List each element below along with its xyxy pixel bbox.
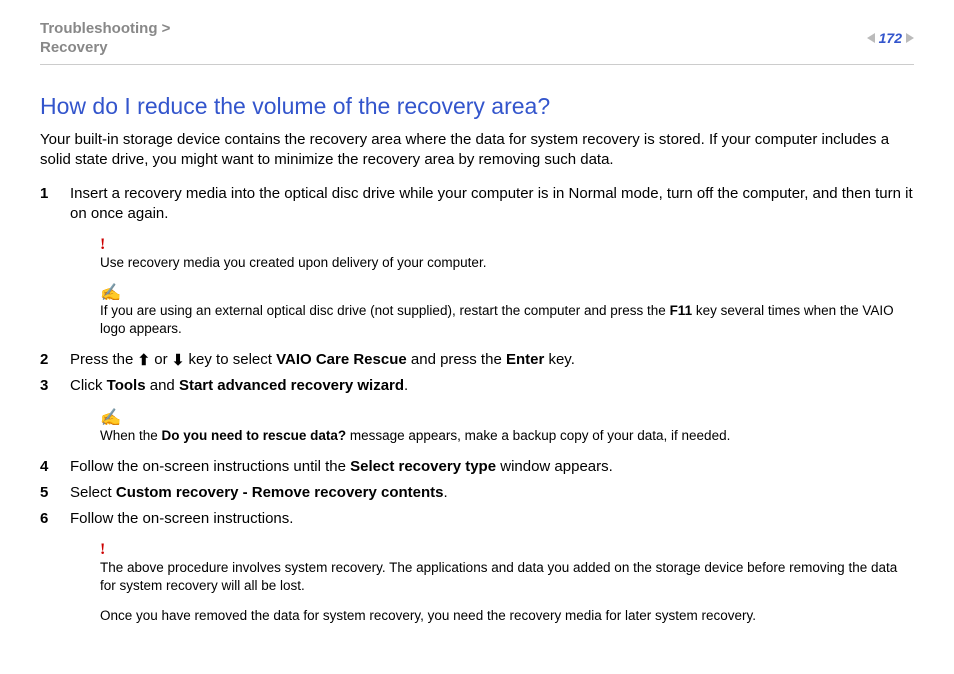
header: Troubleshooting > Recovery 172 [40, 20, 914, 58]
tip-note: ✍ When the Do you need to rescue data? m… [100, 409, 914, 445]
step-2: 2 Press the ⬆ or ⬇ key to select VAIO Ca… [40, 350, 914, 370]
header-divider [40, 64, 914, 65]
tip-icon: ✍ [100, 409, 914, 426]
step-number: 3 [40, 376, 48, 396]
caution-note: ! Use recovery media you created upon de… [100, 237, 914, 272]
step-text: Follow the on-screen instructions until … [70, 458, 613, 475]
step-1: 1 Insert a recovery media into the optic… [40, 184, 914, 338]
breadcrumb-line2: Recovery [40, 39, 108, 56]
page-number-nav: 172 [867, 20, 914, 46]
note-text: Once you have removed the data for syste… [100, 608, 756, 623]
step-number: 6 [40, 509, 48, 529]
step-text: Follow the on-screen instructions. [70, 510, 293, 527]
step-text: Select Custom recovery - Remove recovery… [70, 484, 448, 501]
step-text: Click Tools and Start advanced recovery … [70, 377, 408, 394]
note-text: The above procedure involves system reco… [100, 560, 897, 593]
caution-icon: ! [100, 542, 914, 558]
page-number: 172 [879, 30, 902, 46]
step-3: 3 Click Tools and Start advanced recover… [40, 376, 914, 444]
step-4: 4 Follow the on-screen instructions unti… [40, 457, 914, 477]
step-text: Insert a recovery media into the optical… [70, 185, 913, 222]
up-arrow-icon: ⬆ [138, 353, 151, 368]
info-note: Once you have removed the data for syste… [100, 607, 914, 625]
steps-list: 1 Insert a recovery media into the optic… [40, 184, 914, 625]
page-title: How do I reduce the volume of the recove… [40, 93, 914, 120]
step-number: 2 [40, 350, 48, 370]
intro-paragraph: Your built-in storage device contains th… [40, 130, 914, 171]
note-text: If you are using an external optical dis… [100, 303, 894, 336]
tip-note: ✍ If you are using an external optical d… [100, 284, 914, 338]
caution-note: ! The above procedure involves system re… [100, 542, 914, 595]
breadcrumb: Troubleshooting > Recovery [40, 20, 170, 58]
next-page-icon[interactable] [906, 33, 914, 43]
step-number: 5 [40, 483, 48, 503]
note-text: Use recovery media you created upon deli… [100, 255, 486, 270]
tip-icon: ✍ [100, 284, 914, 301]
step-6: 6 Follow the on-screen instructions. ! T… [40, 509, 914, 625]
prev-page-icon[interactable] [867, 33, 875, 43]
step-number: 4 [40, 457, 48, 477]
page: Troubleshooting > Recovery 172 How do I … [0, 0, 954, 674]
down-arrow-icon: ⬇ [172, 353, 185, 368]
step-text: Press the ⬆ or ⬇ key to select VAIO Care… [70, 351, 575, 368]
caution-icon: ! [100, 237, 914, 253]
step-number: 1 [40, 184, 48, 204]
step-5: 5 Select Custom recovery - Remove recove… [40, 483, 914, 503]
note-text: When the Do you need to rescue data? mes… [100, 428, 730, 443]
breadcrumb-line1: Troubleshooting > [40, 20, 170, 37]
